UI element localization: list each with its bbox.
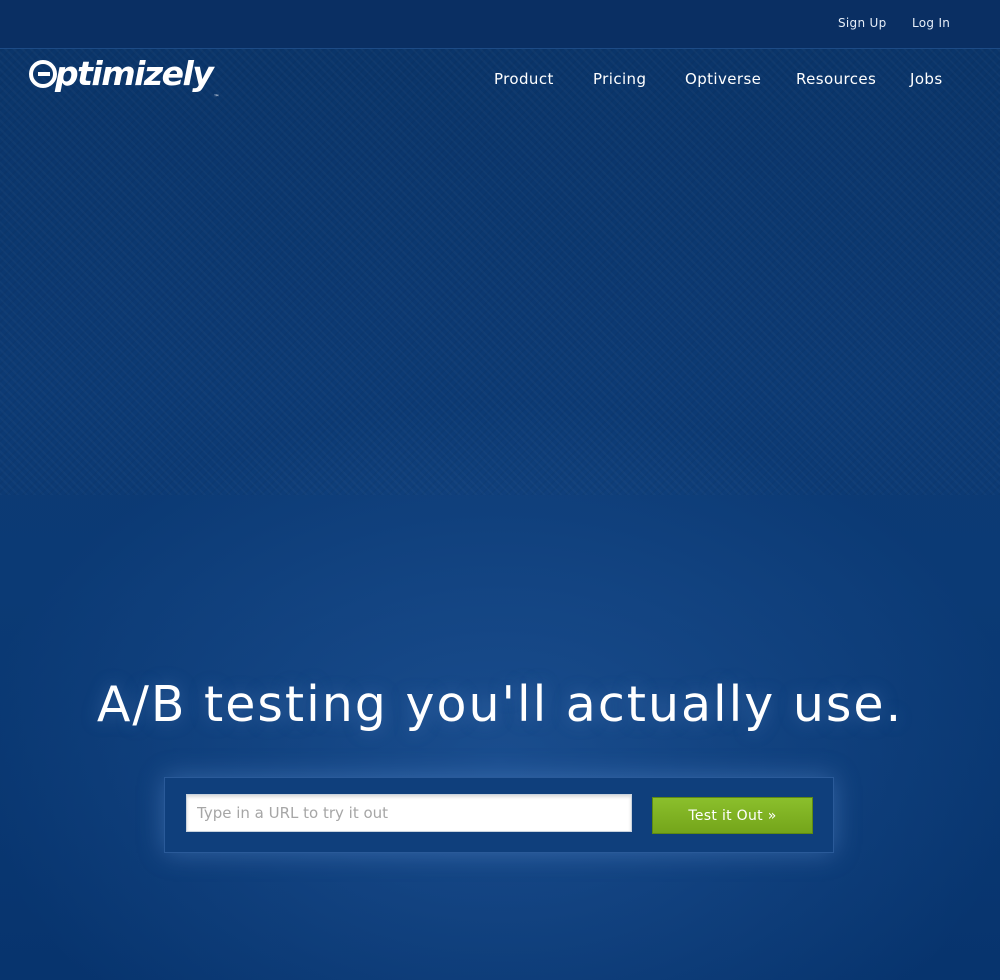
nav-item-resources[interactable]: Resources — [796, 70, 876, 88]
top-utility-bar: Sign Up Log In — [0, 0, 1000, 49]
log-in-link[interactable]: Log In — [912, 16, 950, 30]
nav-item-jobs[interactable]: Jobs — [910, 70, 943, 88]
nav-item-pricing[interactable]: Pricing — [593, 70, 646, 88]
optimizely-logo[interactable]: ptimizely™ — [29, 54, 219, 101]
test-it-out-button[interactable]: Test it Out » — [652, 797, 813, 834]
hero-headline: A/B testing you'll actually use. — [96, 676, 904, 733]
url-input[interactable] — [186, 794, 632, 832]
url-test-form: Test it Out » — [164, 777, 834, 853]
logo-trademark: ™ — [213, 94, 220, 101]
logo-target-icon — [29, 60, 57, 88]
nav-item-optiverse[interactable]: Optiverse — [685, 70, 761, 88]
logo-wordmark: ptimizely — [55, 54, 214, 93]
sign-up-link[interactable]: Sign Up — [838, 16, 887, 30]
nav-item-product[interactable]: Product — [494, 70, 554, 88]
